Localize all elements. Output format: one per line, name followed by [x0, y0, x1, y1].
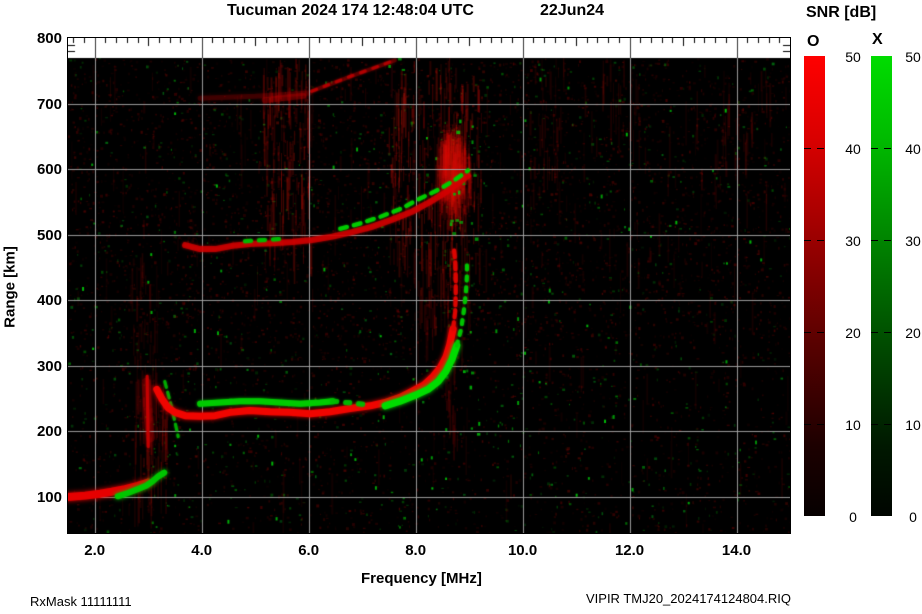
y-tick-label: 200: [36, 423, 62, 441]
colorbar-tick-dash: [804, 240, 811, 241]
x-tick-label: 8.0: [405, 542, 427, 559]
x-tick-label: 6.0: [298, 542, 320, 559]
colorbar-tick-dash: [804, 148, 811, 149]
ionogram-view: Tucuman 2024 174 12:48:04 UTC 22Jun24 SN…: [0, 0, 922, 614]
colorbar-tick-dash: [817, 332, 824, 333]
colorbar-tick-dash: [817, 424, 824, 425]
colorbar-o-tick-label: 10: [845, 417, 861, 433]
colorbar-o-tick-label: 40: [845, 141, 861, 157]
y-tick-label: 100: [36, 488, 62, 506]
colorbar-tick-dash: [884, 424, 891, 425]
x-tick-label: 12.0: [614, 542, 645, 559]
x-tick-label: 2.0: [84, 542, 106, 559]
colorbar-title: SNR [dB]: [806, 4, 877, 21]
colorbar-tick-dash: [884, 332, 891, 333]
colorbar-o-tick-label: 30: [845, 233, 861, 249]
y-tick-label: 800: [36, 30, 62, 47]
colorbar-x-tick-label: 40: [905, 141, 921, 157]
colorbar-o-tick-label: 0: [849, 509, 857, 525]
x-tick-label: 10.0: [507, 542, 538, 559]
plot-frame: [67, 37, 791, 534]
colorbar-tick-dash: [817, 148, 824, 149]
colorbar-o-gradient: [804, 56, 825, 516]
colorbar-x-tick-label: 50: [905, 49, 921, 65]
ionogram-canvas: [68, 38, 790, 533]
colorbar-tick-dash: [884, 240, 891, 241]
page-title: Tucuman 2024 174 12:48:04 UTC: [227, 2, 474, 19]
colorbar-x-tick-label: 10: [905, 417, 921, 433]
y-tick-label: 300: [36, 357, 62, 375]
y-tick-label: 700: [36, 95, 62, 113]
colorbar-tick-dash: [817, 240, 824, 241]
x-axis-title: Frequency [MHz]: [361, 570, 482, 587]
colorbar-o-mode-label: O: [807, 33, 820, 50]
colorbar-x-tick-label: 20: [905, 325, 921, 341]
y-tick-label: 400: [36, 292, 62, 310]
data-file-text: VIPIR TMJ20_2024174124804.RIQ: [585, 591, 791, 606]
colorbar-x-tick-label: 0: [909, 509, 917, 525]
colorbar-o-tick-label: 50: [845, 49, 861, 65]
y-axis-title: Range [km]: [1, 246, 19, 328]
y-tick-label: 500: [36, 226, 62, 244]
colorbar-o-tick-label: 20: [845, 325, 861, 341]
colorbar-tick-dash: [804, 332, 811, 333]
colorbar-tick-dash: [871, 332, 878, 333]
colorbar-tick-dash: [884, 148, 891, 149]
colorbar-x-gradient: [871, 56, 892, 516]
colorbar-tick-dash: [804, 424, 811, 425]
x-tick-label: 14.0: [721, 542, 752, 559]
rxmask-text: RxMask 11111111: [30, 594, 132, 609]
page-title-date: 22Jun24: [540, 2, 605, 19]
colorbar-x-tick-label: 30: [905, 233, 921, 249]
colorbar-tick-dash: [871, 148, 878, 149]
colorbar-tick-dash: [871, 240, 878, 241]
x-tick-label: 4.0: [191, 542, 213, 559]
colorbar-x-mode-label: X: [872, 31, 883, 48]
colorbar-tick-dash: [871, 424, 878, 425]
y-tick-label: 600: [36, 161, 62, 179]
